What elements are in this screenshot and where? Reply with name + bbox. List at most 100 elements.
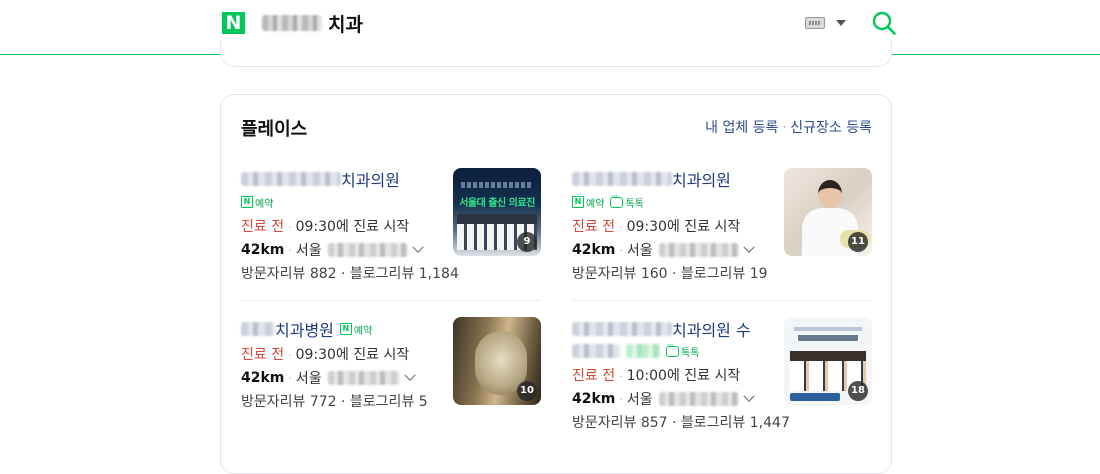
hours-text: 09:30에 진료 시작: [295, 219, 410, 235]
place-name[interactable]: 치과의원 수: [572, 317, 751, 341]
review-counts: 방문자리뷰 160 · 블로그리뷰 19: [572, 266, 768, 282]
place-name-suffix[interactable]: 치과병원: [275, 317, 334, 341]
distance: 42km: [241, 370, 285, 386]
photo-logo: [790, 393, 840, 401]
chevron-down-icon[interactable]: [742, 241, 755, 253]
hours-text: 10:00에 진료 시작: [626, 368, 741, 384]
place-photo[interactable]: 18: [784, 317, 872, 405]
place-name-suffix[interactable]: 치과의원 수: [672, 317, 751, 341]
redacted-text: [572, 172, 672, 186]
talktalk-badge[interactable]: 톡톡: [666, 341, 700, 359]
search-icon[interactable]: [871, 10, 897, 36]
address-row[interactable]: 42km · 서울: [241, 368, 416, 388]
search-query[interactable]: 치과: [262, 10, 363, 36]
photo-count-badge: 11: [848, 232, 868, 252]
redacted-text: [658, 392, 739, 406]
redacted-badge: [626, 344, 660, 358]
place-photo[interactable]: 11: [784, 168, 872, 256]
redacted-text: [327, 371, 400, 385]
status-text: 진료 전: [572, 368, 616, 384]
photo-count-badge: 18: [848, 381, 868, 401]
place-photo[interactable]: 서울대 출신 의료진 9: [453, 168, 541, 256]
badge-label: 예약: [353, 325, 373, 337]
distance: 42km: [572, 242, 616, 258]
redacted-text: [241, 172, 341, 186]
review-counts: 방문자리뷰 857 · 블로그리뷰 1,447: [572, 415, 790, 431]
keyboard-icon[interactable]: [805, 17, 825, 29]
redacted-text: [262, 15, 322, 31]
chevron-down-icon[interactable]: [836, 20, 846, 26]
naver-n-icon: N: [241, 196, 253, 208]
register-new-place-link[interactable]: 신규장소 등록: [790, 117, 872, 137]
badge-label: 예약: [586, 198, 605, 210]
redacted-text: [658, 243, 739, 257]
review-counts: 방문자리뷰 772 · 블로그리뷰 5: [241, 394, 428, 410]
chat-icon: [610, 192, 624, 208]
badge-label: 톡톡: [681, 347, 700, 359]
photo-count-badge: 9: [517, 232, 537, 252]
distance: 42km: [572, 391, 616, 407]
badge-label: 예약: [255, 198, 274, 210]
address-row[interactable]: 42km · 서울: [572, 240, 755, 260]
badge-row: N 예약: [241, 193, 273, 211]
opening-status: 진료 전 · 09:30에 진료 시작: [572, 216, 740, 236]
address-row[interactable]: 42km · 서울: [241, 240, 424, 260]
place-name[interactable]: 치과의원: [572, 167, 731, 191]
opening-status: 진료 전 · 10:00에 진료 시작: [572, 365, 740, 385]
chevron-down-icon[interactable]: [411, 241, 424, 253]
opening-status: 진료 전 · 09:30에 진료 시작: [241, 216, 409, 236]
photo-caption-lines: [461, 182, 533, 188]
section-title: 플레이스: [241, 119, 308, 140]
talktalk-badge[interactable]: 톡톡: [610, 192, 644, 210]
chat-icon: [666, 341, 679, 357]
hours-text: 09:30에 진료 시작: [295, 347, 410, 363]
query-text: 치과: [328, 13, 363, 36]
reservation-badge[interactable]: N 예약: [339, 322, 373, 337]
divider: [572, 300, 872, 301]
separator-dot: ·: [619, 221, 623, 234]
place-name[interactable]: 치과병원 N 예약: [241, 317, 372, 341]
hours-text: 09:30에 진료 시작: [626, 219, 741, 235]
badge-label: 톡톡: [625, 198, 644, 210]
separator-dot: ·: [288, 221, 292, 234]
chevron-down-icon[interactable]: [403, 369, 416, 381]
previous-card: [220, 40, 892, 67]
register-business-link[interactable]: 내 업체 등록: [705, 117, 778, 137]
place-name-suffix[interactable]: 치과의원: [341, 167, 400, 191]
naver-logo-icon[interactable]: N: [222, 12, 245, 34]
separator-dot: ·: [619, 370, 623, 383]
separator-dot: ·: [619, 392, 623, 406]
chevron-down-icon[interactable]: [742, 390, 755, 402]
naver-n-icon: N: [339, 323, 352, 335]
photo-headline: 서울대 출신 의료진: [459, 198, 535, 209]
header-links: 내 업체 등록 · 신규장소 등록: [705, 117, 872, 137]
naver-n-icon: N: [572, 196, 584, 208]
city: 서울: [295, 243, 322, 259]
reservation-badge[interactable]: N 예약: [572, 195, 604, 210]
place-photo[interactable]: 10: [453, 317, 541, 405]
place-name[interactable]: 치과의원: [241, 167, 400, 191]
status-text: 진료 전: [572, 219, 616, 235]
status-text: 진료 전: [241, 347, 285, 363]
review-counts: 방문자리뷰 882 · 블로그리뷰 1,184: [241, 266, 459, 282]
badge-row: N예약 톡톡: [572, 192, 644, 211]
redacted-text: [327, 243, 408, 257]
separator-dot: ·: [288, 349, 292, 362]
photo-person: [818, 180, 842, 208]
city: 서울: [626, 392, 653, 408]
distance: 42km: [241, 242, 285, 258]
place-section: 플레이스 내 업체 등록 · 신규장소 등록 치과의원 N 예약 진료 전 · 09:…: [220, 94, 892, 474]
separator-dot: ·: [288, 371, 292, 385]
place-name-suffix[interactable]: 치과의원: [672, 167, 731, 191]
redacted-text: [572, 344, 620, 358]
separator-dot: ·: [288, 243, 292, 257]
address-row[interactable]: 42km · 서울: [572, 389, 755, 409]
reservation-badge[interactable]: N 예약: [241, 195, 273, 210]
status-text: 진료 전: [241, 219, 285, 235]
city: 서울: [626, 243, 653, 259]
badge-row: 톡톡: [572, 341, 700, 360]
photo-caption-lines: [798, 335, 858, 341]
photo-caption-lines: [794, 327, 862, 331]
photo-count-badge: 10: [517, 381, 537, 401]
opening-status: 진료 전 · 09:30에 진료 시작: [241, 344, 409, 364]
